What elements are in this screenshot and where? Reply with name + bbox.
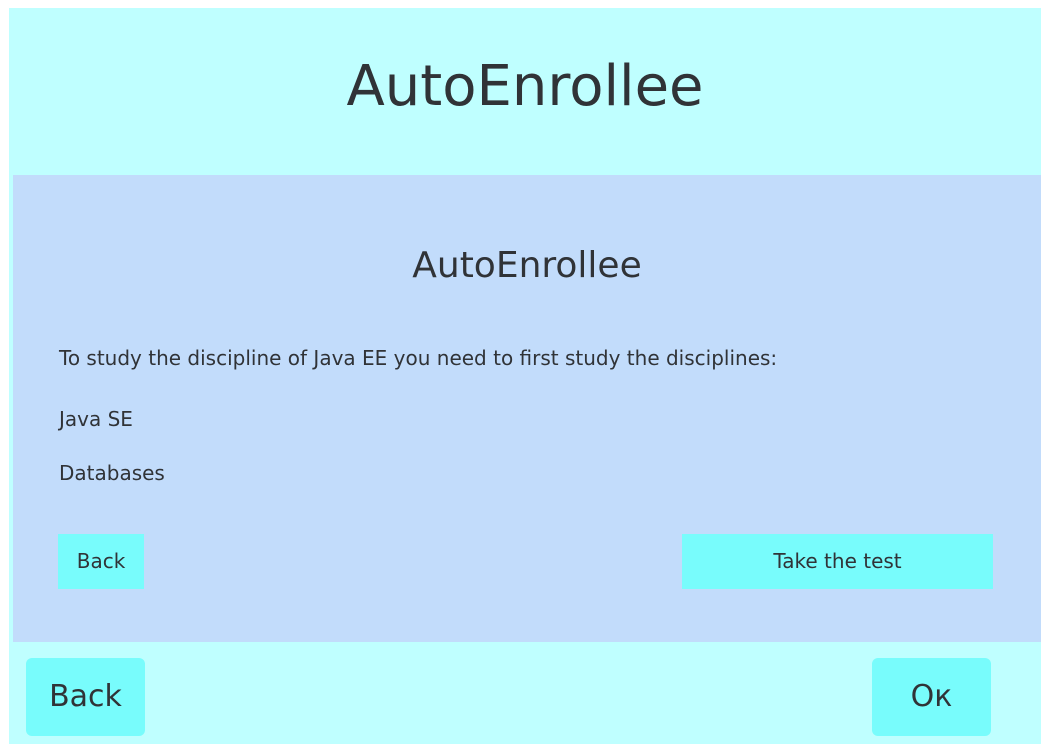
take-the-test-button[interactable]: Take the test bbox=[682, 534, 993, 589]
prerequisite-item-java-se: Java SE bbox=[59, 407, 133, 431]
footer-back-button[interactable]: Back bbox=[26, 658, 145, 736]
prerequisite-item-databases: Databases bbox=[59, 461, 165, 485]
app-window: AutoEnrollee AutoEnrollee To study the d… bbox=[9, 8, 1041, 744]
panel-title: AutoEnrollee bbox=[412, 245, 642, 286]
ok-button[interactable]: Oк bbox=[872, 658, 991, 736]
panel-back-button[interactable]: Back bbox=[58, 534, 144, 589]
content-panel: AutoEnrollee To study the discipline of … bbox=[13, 175, 1041, 642]
prerequisite-message: To study the discipline of Java EE you n… bbox=[59, 346, 778, 370]
app-title: AutoEnrollee bbox=[346, 54, 704, 119]
